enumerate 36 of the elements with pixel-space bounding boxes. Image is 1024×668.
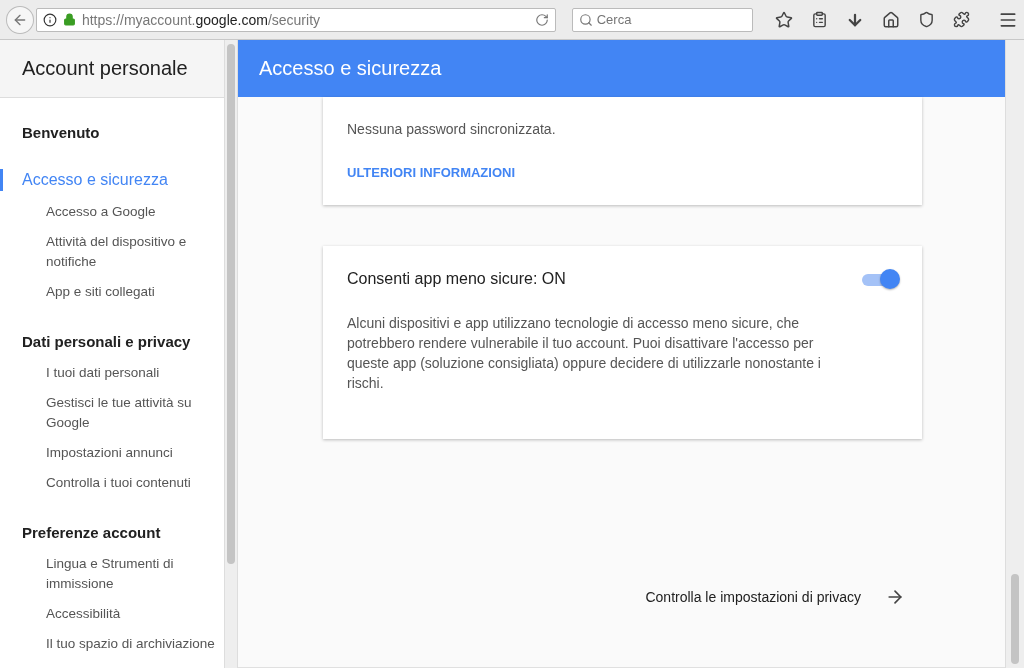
search-icon <box>578 12 593 27</box>
search-box[interactable]: Cerca <box>571 7 753 32</box>
sidebar-item[interactable]: I tuoi dati personali <box>0 358 224 388</box>
clipboard-icon[interactable] <box>811 11 828 28</box>
bookmark-star-icon[interactable] <box>775 10 793 29</box>
info-icon[interactable] <box>42 12 57 27</box>
lock-icon <box>62 13 76 26</box>
sidebar-item[interactable]: Attività del dispositivo e notifiche <box>0 227 224 277</box>
sidebar-item[interactable]: Lingua e Strumenti di immissione <box>0 549 224 599</box>
scrollbar-thumb[interactable] <box>1011 574 1019 664</box>
sidebar-section-link[interactable]: Accesso e sicurezza <box>0 167 224 193</box>
reload-icon[interactable] <box>534 12 549 27</box>
card-title: Consenti app meno sicure: ON <box>347 270 566 288</box>
sidebar-item[interactable]: Accesso a Google <box>0 197 224 227</box>
address-bar[interactable]: https://myaccount.google.com/security <box>35 7 556 32</box>
back-button[interactable] <box>6 5 34 34</box>
scrollbar-thumb[interactable] <box>227 44 235 564</box>
sidebar-section-link[interactable]: Preferenze account <box>0 520 224 545</box>
sidebar-title: Account personale <box>22 57 188 80</box>
page-title: Accesso e sicurezza <box>259 57 442 80</box>
shield-icon[interactable] <box>918 11 935 28</box>
toggle-switch[interactable] <box>862 269 900 289</box>
sidebar-item[interactable]: App e siti collegati <box>0 277 224 307</box>
more-info-link[interactable]: ULTERIORI INFORMAZIONI <box>347 165 898 180</box>
puzzle-icon[interactable] <box>953 11 970 28</box>
sidebar-item[interactable]: Accessibilità <box>0 599 224 629</box>
home-icon[interactable] <box>882 10 900 29</box>
sidebar-item[interactable]: Gestisci le tue attività su Google <box>0 388 224 438</box>
sidebar-item[interactable]: Controlla i tuoi contenuti <box>0 468 224 498</box>
password-status-text: Nessuna password sincronizzata. <box>347 120 557 139</box>
sidebar-item[interactable]: Il tuo spazio di archiviazione <box>0 629 224 659</box>
sidebar-section-link[interactable]: Dati personali e privacy <box>0 329 224 354</box>
sidebar-section-link[interactable]: Benvenuto <box>0 120 224 145</box>
privacy-settings-link[interactable]: Controlla le impostazioni di privacy <box>645 587 905 607</box>
card-description: Alcuni dispositivi e app utilizzano tecnologie di accesso meno sicure, che potrebbero rendere vulnerabile il tuo account. Puoi disattivare l'accesso per queste app (soluzione consigliata) oppure decidere di utilizzarle nonostante i rischi. <box>347 314 822 393</box>
sidebar-item[interactable]: Impostazioni annunci <box>0 438 224 468</box>
